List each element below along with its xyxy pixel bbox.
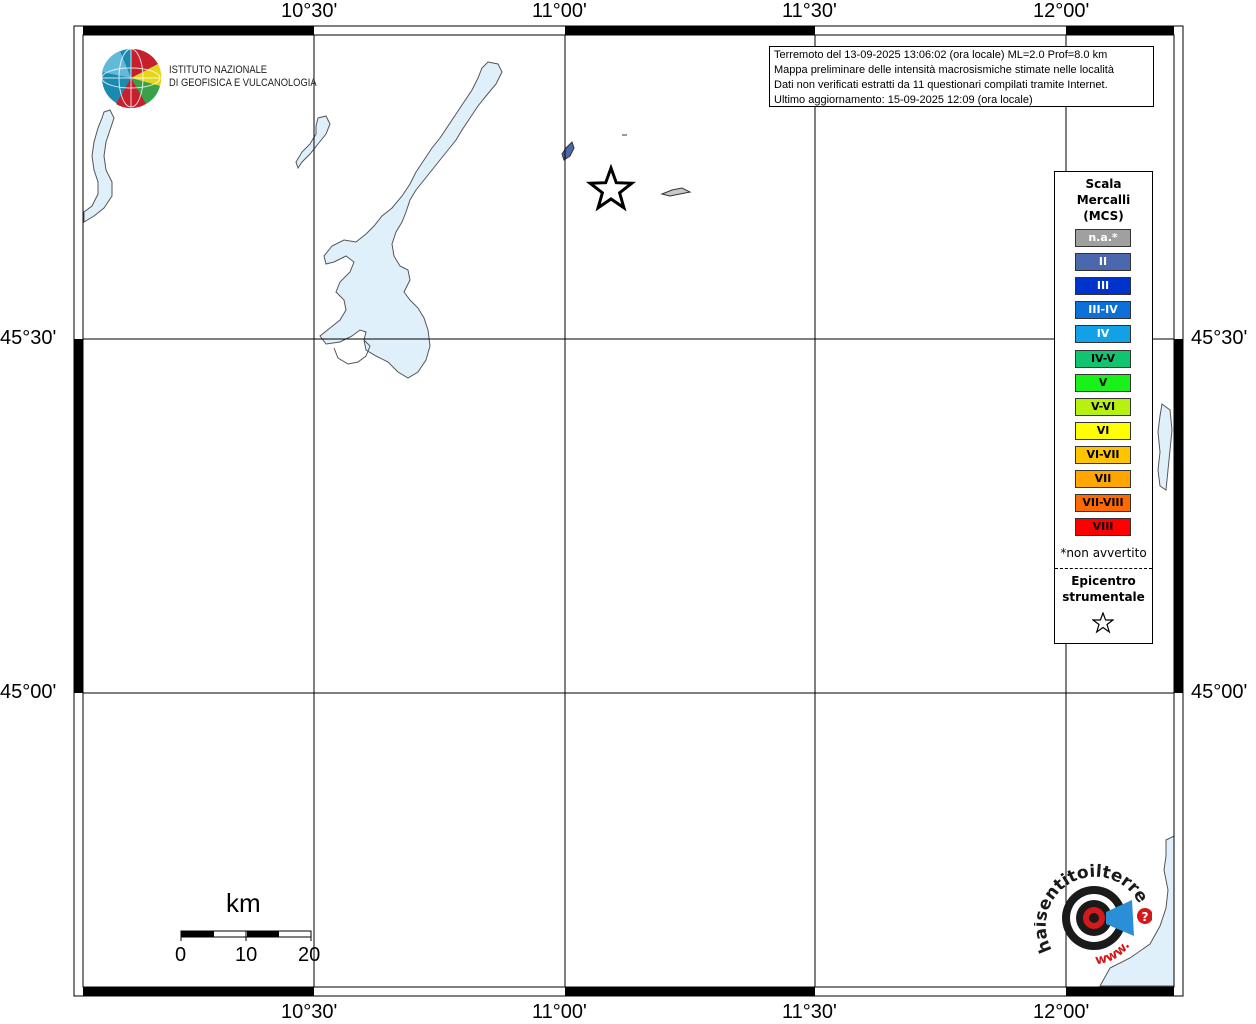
- legend-item-viii: VIII: [1075, 518, 1131, 537]
- legend-item-iv-v: IV-V: [1075, 349, 1131, 368]
- legend-item-v-vi: V-VI: [1075, 397, 1131, 416]
- lake-idro: [295, 115, 331, 170]
- epicentre-star-shape: [585, 163, 637, 212]
- frame-bottom-segment-1: [565, 987, 815, 996]
- event-info-box: Terremoto del 13-09-2025 13:06:02 (ora l…: [769, 46, 1154, 107]
- legend-epicentre-1: Epicentro: [1071, 574, 1136, 588]
- legend-separator: [1055, 568, 1152, 569]
- legend-item-ii: II: [1075, 253, 1131, 272]
- institute-line-2: DI GEOFISICA E VULCANOLOGIA: [169, 77, 317, 89]
- legend-item-n-a: n.a.*: [1075, 229, 1131, 247]
- frame-bottom-segment-0: [83, 987, 314, 996]
- legend-epicentre-label: Epicentro strumentale: [1055, 573, 1152, 605]
- lagoon-venice: [1157, 403, 1173, 491]
- legend-title-1: Scala: [1085, 177, 1122, 191]
- frame-right-segment: [1174, 339, 1183, 693]
- legend-epicentre-2: strumentale: [1062, 590, 1145, 604]
- water-bodies: [83, 61, 1175, 987]
- map-frame: [73, 25, 1184, 997]
- event-info-line-1: Terremoto del 13-09-2025 13:06:02 (ora l…: [774, 49, 1108, 61]
- lon-label-top-0: 10°30': [281, 0, 338, 22]
- frame-inner: [82, 34, 1175, 988]
- institute-name: ISTITUTO NAZIONALE DI GEOFISICA E VULCAN…: [169, 64, 317, 90]
- lat-label-left-1: 45°00': [0, 681, 57, 703]
- legend-item-vi: VI: [1075, 421, 1131, 440]
- frame-left-segment: [74, 339, 83, 693]
- frame-top-segment-1: [565, 26, 815, 35]
- ingv-logo-icon: [101, 48, 162, 109]
- intensity-legend: Scala Mercalli (MCS) n.a.* II III III-IV IV I…: [1054, 171, 1153, 644]
- scale-bar: [180, 930, 312, 941]
- legend-item-vii: VII: [1075, 470, 1131, 488]
- legend-note: *non avvertito: [1060, 546, 1147, 560]
- lake-garda: [319, 61, 503, 379]
- institute-line-1: ISTITUTO NAZIONALE: [169, 64, 268, 76]
- lat-label-right-0: 45°30': [1191, 327, 1248, 349]
- legend-item-iv: IV: [1075, 325, 1131, 344]
- epicentre-star: [585, 163, 637, 212]
- lon-label-top-2: 11°30': [782, 0, 837, 22]
- frame-top-segment-0: [83, 26, 314, 35]
- legend-item-vi-vii: VI-VII: [1075, 445, 1131, 464]
- lon-label-bottom-2: 11°30': [782, 1001, 837, 1023]
- hst-question: ?: [1142, 910, 1149, 924]
- graticule: [83, 35, 1174, 987]
- lat-label-left-0: 45°30': [0, 327, 57, 349]
- frame-outer: [73, 25, 1184, 997]
- event-info-line-3: Dati non verificati estratti da 11 quest…: [774, 79, 1108, 91]
- scale-label-0: 0: [175, 944, 187, 966]
- frame-bottom-segment-2: [1066, 987, 1174, 996]
- lon-label-top-3: 12°00': [1033, 0, 1090, 22]
- event-info-line-4: Ultimo aggiornamento: 15-09-2025 12:09 (…: [774, 94, 1033, 106]
- legend-item-v: V: [1075, 373, 1131, 392]
- legend-title-3: (MCS): [1083, 209, 1124, 223]
- legend-title: Scala Mercalli (MCS): [1055, 176, 1152, 224]
- frame-top-segment-2: [1066, 26, 1174, 35]
- lon-label-bottom-3: 12°00': [1033, 1001, 1090, 1023]
- legend-item-vii-viii: VII-VIII: [1075, 494, 1131, 513]
- legend-item-iii: III: [1075, 277, 1131, 296]
- reservoir-2: [660, 187, 692, 197]
- legend-star-icon: [1092, 612, 1114, 634]
- event-info-line-2: Mappa preliminare delle intensità macros…: [774, 64, 1114, 76]
- lon-label-bottom-0: 10°30': [281, 1001, 338, 1023]
- legend-item-iii-iv: III-IV: [1075, 301, 1131, 320]
- lake-iseo: [83, 109, 115, 223]
- scale-label-20: 20: [298, 944, 321, 966]
- scale-label-10: 10: [235, 944, 258, 966]
- reservoir-1: [561, 141, 575, 161]
- legend-title-2: Mercalli: [1076, 193, 1131, 207]
- scale-unit: km: [226, 888, 261, 918]
- lat-label-right-1: 45°00': [1191, 681, 1248, 703]
- lon-label-top-1: 11°00': [532, 0, 587, 22]
- hst-logo-icon: ? haisentitoilterremoto.it www.: [1034, 858, 1152, 968]
- lon-label-bottom-1: 11°00': [532, 1001, 587, 1023]
